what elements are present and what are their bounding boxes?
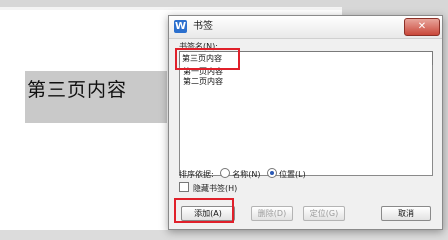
locate-button[interactable]: 定位(G) [303,206,345,221]
wps-writer-icon: W [174,20,187,33]
selected-text: 第三页内容 [27,79,128,101]
dialog-titlebar[interactable]: W 书签 ✕ [169,16,442,39]
annotation-highlight-name [175,48,240,70]
selected-text-block[interactable]: 第三页内容 [25,71,167,123]
close-button[interactable]: ✕ [404,18,440,36]
sort-by-row: 排序依据: 名称(N) 位置(L) [179,168,306,180]
hide-bookmarks-checkbox[interactable] [179,182,189,192]
sort-by-name-label[interactable]: 名称(N) [232,170,260,179]
annotation-highlight-add [174,198,234,223]
hide-bookmarks-label[interactable]: 隐藏书签(H) [193,184,237,193]
sort-by-position-radio[interactable] [267,168,278,178]
sort-by-position-label[interactable]: 位置(L) [279,170,306,179]
list-item[interactable]: 第二页内容 [183,77,223,87]
sort-by-name-radio[interactable] [220,168,231,178]
hide-bookmarks-row: 隐藏书签(H) [179,182,237,194]
dialog-title: 书签 [193,21,213,32]
bookmark-list[interactable]: 第一页内容 第二页内容 [179,65,433,176]
cancel-button[interactable]: 取消 [381,206,431,221]
close-icon: ✕ [417,21,427,32]
sort-by-label: 排序依据: [179,170,214,179]
delete-button[interactable]: 删除(D) [251,206,293,221]
